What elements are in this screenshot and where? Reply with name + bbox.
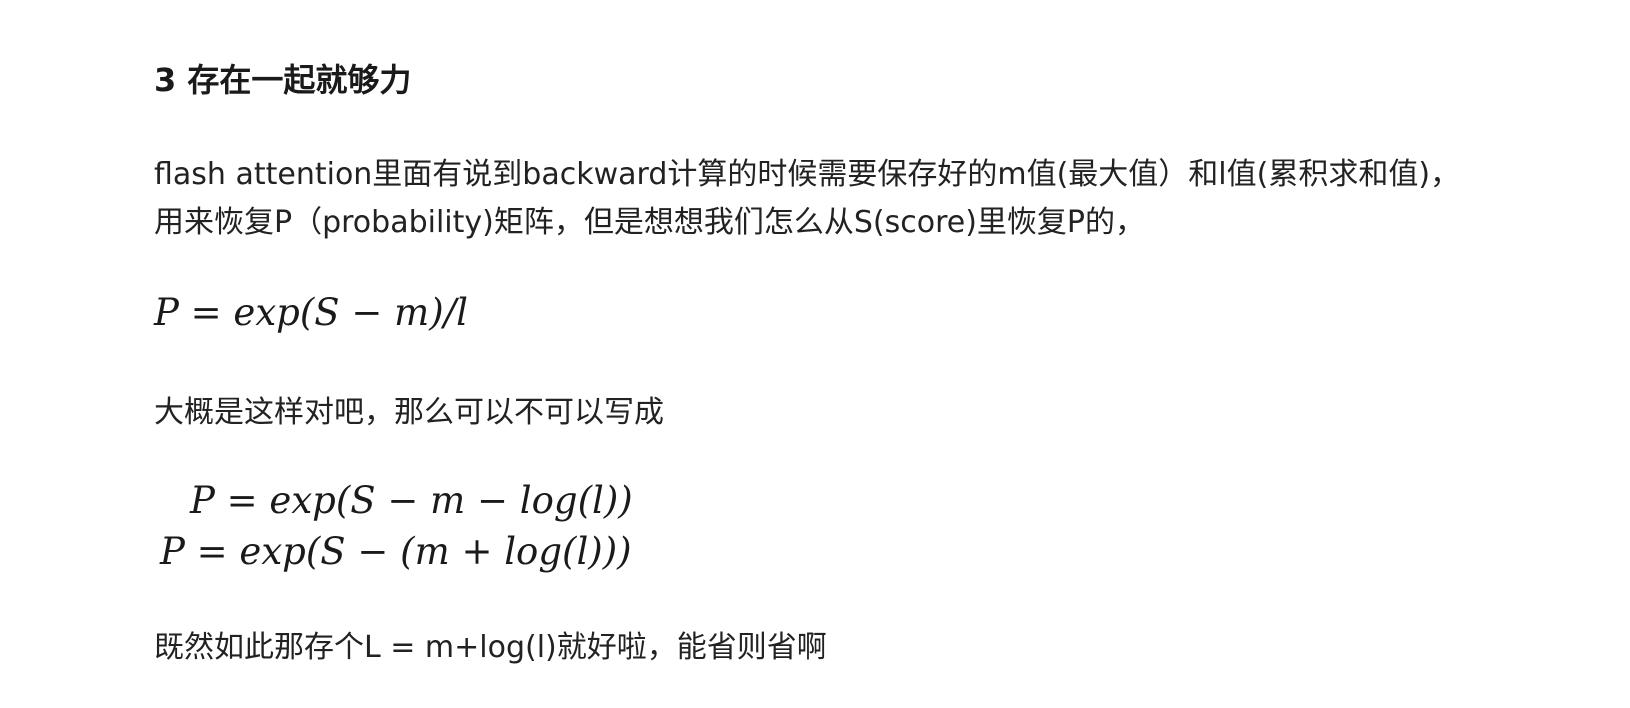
section-heading: 3 存在一起就够力	[154, 61, 412, 99]
article-content: 3 存在一起就够力 flash attention里面有说到backward计算…	[154, 0, 1474, 708]
paragraph-2: 大概是这样对吧，那么可以不可以写成	[154, 395, 664, 430]
paragraph-1-line-2: 用来恢复P（probability)矩阵，但是想想我们怎么从S(score)里恢…	[154, 205, 1146, 240]
paragraph-1-line-1: flash attention里面有说到backward计算的时候需要保存好的m…	[154, 157, 1461, 192]
formula-probability: P = exp(S − m)/l	[154, 291, 468, 334]
formula-log-form-1: P = exp(S − m − log(l))	[190, 479, 633, 522]
formula-log-form-2: P = exp(S − (m + log(l)))	[160, 530, 632, 573]
paragraph-3: 既然如此那存个L = m+log(l)就好啦，能省则省啊	[154, 630, 827, 665]
